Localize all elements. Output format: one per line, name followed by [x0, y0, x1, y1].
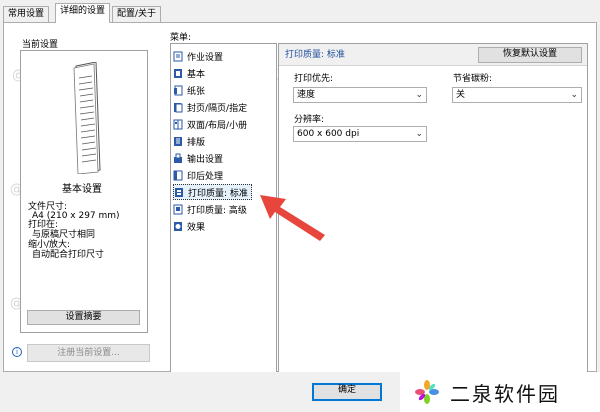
cover-page-icon — [174, 102, 183, 112]
zoom-value: 自动配合打印尺寸 — [32, 250, 105, 260]
menu-item-print-quality-standard[interactable]: 打印质量: 标准 — [173, 184, 252, 200]
menu-item-job-settings[interactable]: 作业设置 — [173, 48, 226, 64]
paper-icon — [174, 85, 183, 95]
menu-item-duplex-layout[interactable]: 双面/布局/小册 — [173, 116, 250, 132]
finishing-icon — [173, 170, 183, 180]
panel-title: 打印质量: 标准 — [285, 50, 345, 60]
print-priority-label: 打印优先: — [294, 74, 334, 84]
menu-item-label: 效果 — [187, 222, 206, 233]
toner-save-value: 关 — [456, 90, 466, 100]
resolution-label: 分辨率: — [294, 115, 325, 125]
menu-item-label: 基本 — [187, 69, 206, 80]
register-current-settings-button: 注册当前设置... — [27, 344, 150, 362]
tab-config-about[interactable]: 配置/关于 — [112, 6, 162, 22]
resolution-value: 600 x 600 dpi — [297, 129, 360, 139]
panel-header: 打印质量: 标准 恢复默认设置 — [279, 44, 587, 66]
ok-button[interactable]: 确定 — [312, 383, 382, 401]
menu-item-cover-page[interactable]: 封页/隔页/指定 — [173, 99, 250, 115]
restore-defaults-button[interactable]: 恢复默认设置 — [478, 47, 582, 63]
menu-item-label: 打印质量: 高级 — [187, 205, 247, 216]
menu-item-output[interactable]: 输出设置 — [173, 150, 226, 166]
logo-text: 二泉软件园 — [450, 381, 560, 406]
resolution-select[interactable]: 600 x 600 dpi ⌄ — [293, 126, 427, 142]
print-priority-select[interactable]: 速度 ⌄ — [293, 87, 427, 103]
menu-item-label: 纸张 — [187, 86, 206, 97]
print-quality-advanced-icon — [173, 204, 183, 214]
info-icon[interactable]: i — [12, 347, 22, 357]
menu-item-label: 输出设置 — [187, 154, 224, 165]
job-settings-icon — [173, 51, 183, 61]
pinwheel-logo-icon — [415, 380, 439, 404]
site-logo: 二泉软件园 — [400, 372, 600, 412]
chevron-down-icon: ⌄ — [415, 90, 423, 100]
annotation-arrow — [260, 195, 325, 241]
settings-summary-button[interactable]: 设置摘要 — [27, 310, 140, 325]
menu-item-paper[interactable]: 纸张 — [173, 82, 208, 98]
duplex-layout-icon — [173, 119, 183, 129]
tab-bar: 常用设置 详细的设置 配置/关于 — [0, 0, 600, 23]
menu-item-label: 排版 — [187, 137, 206, 148]
menu-item-basic[interactable]: 基本 — [173, 65, 208, 81]
basic-icon — [174, 68, 182, 78]
menu-item-layout[interactable]: 排版 — [173, 133, 208, 149]
menu-item-label: 打印质量: 标准 — [188, 188, 248, 199]
basic-settings-title: 基本设置 — [62, 184, 102, 195]
document-preview-icon — [73, 62, 101, 174]
toner-save-label: 节省碳粉: — [453, 74, 493, 84]
chevron-down-icon: ⌄ — [415, 129, 423, 139]
toner-save-select[interactable]: 关 ⌄ — [452, 87, 582, 103]
print-priority-value: 速度 — [297, 90, 316, 100]
menu-item-finishing[interactable]: 印后处理 — [173, 167, 226, 183]
menu-item-print-quality-advanced[interactable]: 打印质量: 高级 — [173, 201, 250, 217]
tab-common-settings[interactable]: 常用设置 — [3, 6, 50, 22]
menu-item-label: 作业设置 — [187, 52, 224, 63]
output-icon — [174, 153, 182, 163]
menu-item-label: 双面/布局/小册 — [187, 120, 248, 131]
layout-icon — [174, 136, 182, 146]
chevron-down-icon: ⌄ — [570, 90, 578, 100]
menu-item-effects[interactable]: 效果 — [173, 218, 208, 234]
effects-icon — [174, 221, 182, 231]
menu-item-label: 印后处理 — [187, 171, 224, 182]
menu-item-label: 封页/隔页/指定 — [187, 103, 248, 114]
tab-detailed-settings[interactable]: 详细的设置 — [55, 3, 111, 23]
print-quality-icon — [175, 187, 183, 197]
